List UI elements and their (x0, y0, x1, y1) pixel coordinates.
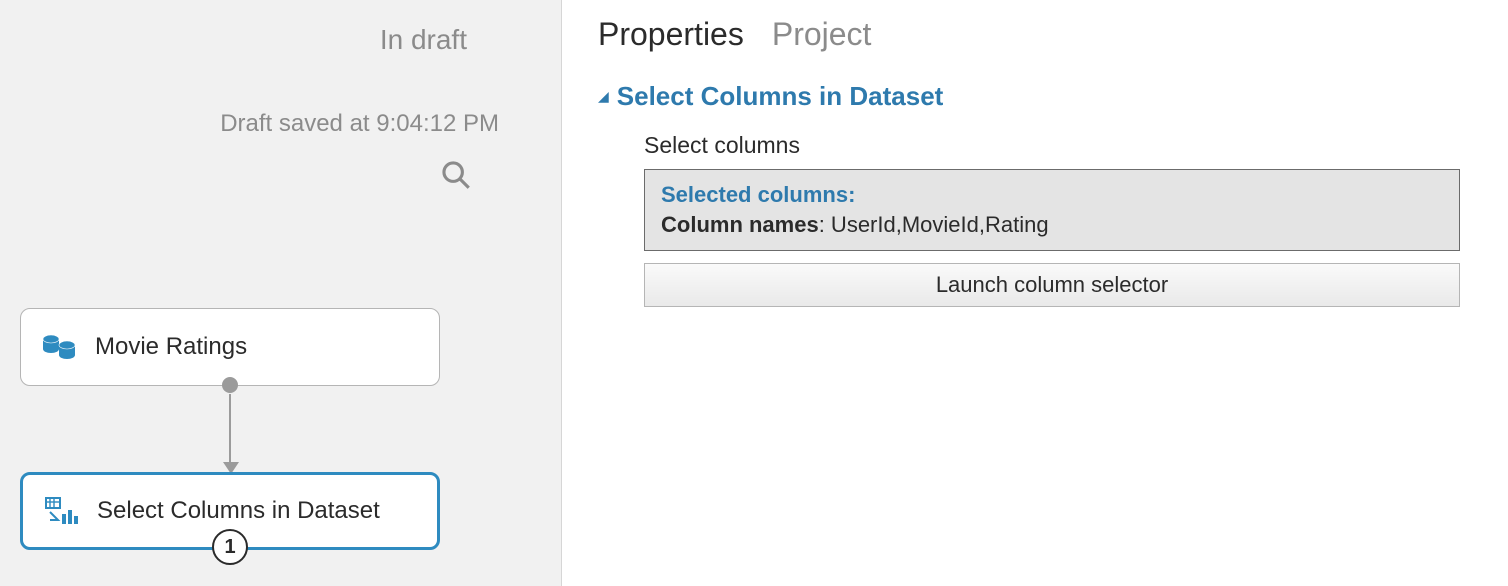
panel-tabs: Properties Project (598, 16, 1460, 53)
module-node-select-columns[interactable]: Select Columns in Dataset 1 (20, 472, 440, 550)
tab-project[interactable]: Project (772, 16, 872, 53)
output-port-badge[interactable]: 1 (212, 529, 248, 565)
dataset-node-movie-ratings[interactable]: Movie Ratings (20, 308, 440, 386)
selected-columns-row: Column names: UserId,MovieId,Rating (661, 212, 1443, 238)
selected-columns-box: Selected columns: Column names: UserId,M… (644, 169, 1460, 251)
search-icon[interactable] (439, 158, 473, 197)
draft-status-label: In draft (380, 24, 467, 56)
connector-line (229, 394, 231, 466)
properties-panel: Properties Project ◢ Select Columns in D… (562, 0, 1508, 586)
draft-saved-label: Draft saved at 9:04:12 PM (220, 110, 499, 138)
node-label: Select Columns in Dataset (97, 497, 380, 525)
column-names-value: : UserId,MovieId,Rating (819, 212, 1049, 237)
column-names-label: Column names (661, 212, 819, 237)
output-port[interactable] (222, 377, 238, 393)
field-label-select-columns: Select columns (644, 132, 1460, 159)
experiment-canvas[interactable]: In draft Draft saved at 9:04:12 PM (0, 0, 562, 586)
tab-properties[interactable]: Properties (598, 16, 744, 53)
selected-columns-header: Selected columns: (661, 182, 1443, 208)
launch-column-selector-button[interactable]: Launch column selector (644, 263, 1460, 307)
select-columns-icon (41, 496, 81, 526)
collapse-triangle-icon[interactable]: ◢ (598, 88, 609, 105)
dataset-icon (39, 331, 79, 363)
section-title: Select Columns in Dataset (617, 81, 944, 112)
section-header[interactable]: ◢ Select Columns in Dataset (598, 81, 1460, 112)
node-label: Movie Ratings (95, 333, 247, 361)
